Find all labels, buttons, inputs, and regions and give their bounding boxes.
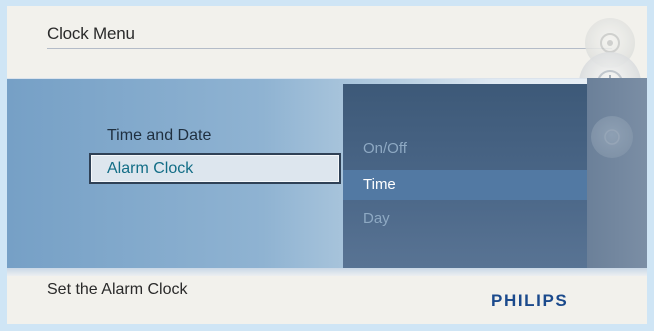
brand-logo: PHILIPS (491, 291, 569, 310)
menu-item-time-and-date[interactable]: Time and Date (107, 127, 211, 145)
photo-icon[interactable] (591, 116, 633, 158)
device-screen: Clock Menu Time and Date Alarm Clock On/… (7, 6, 647, 324)
page-title: Clock Menu (47, 24, 135, 43)
header-divider (47, 48, 612, 49)
submenu-panel: On/Off Time Day (343, 84, 587, 276)
status-text: Set the Alarm Clock (47, 281, 188, 298)
photo-icon-glyph (604, 129, 620, 145)
panel-top-divider (7, 78, 647, 79)
submenu-item-on-off[interactable]: On/Off (363, 140, 407, 157)
submenu-item-time-label: Time (363, 176, 396, 193)
menu-item-alarm-clock[interactable]: Alarm Clock (89, 153, 341, 184)
submenu-item-day[interactable]: Day (363, 210, 390, 227)
submenu-item-time[interactable]: Time (343, 170, 587, 200)
footer-divider (7, 268, 647, 276)
side-strip (587, 78, 647, 276)
menu-item-alarm-clock-label: Alarm Clock (107, 160, 194, 177)
